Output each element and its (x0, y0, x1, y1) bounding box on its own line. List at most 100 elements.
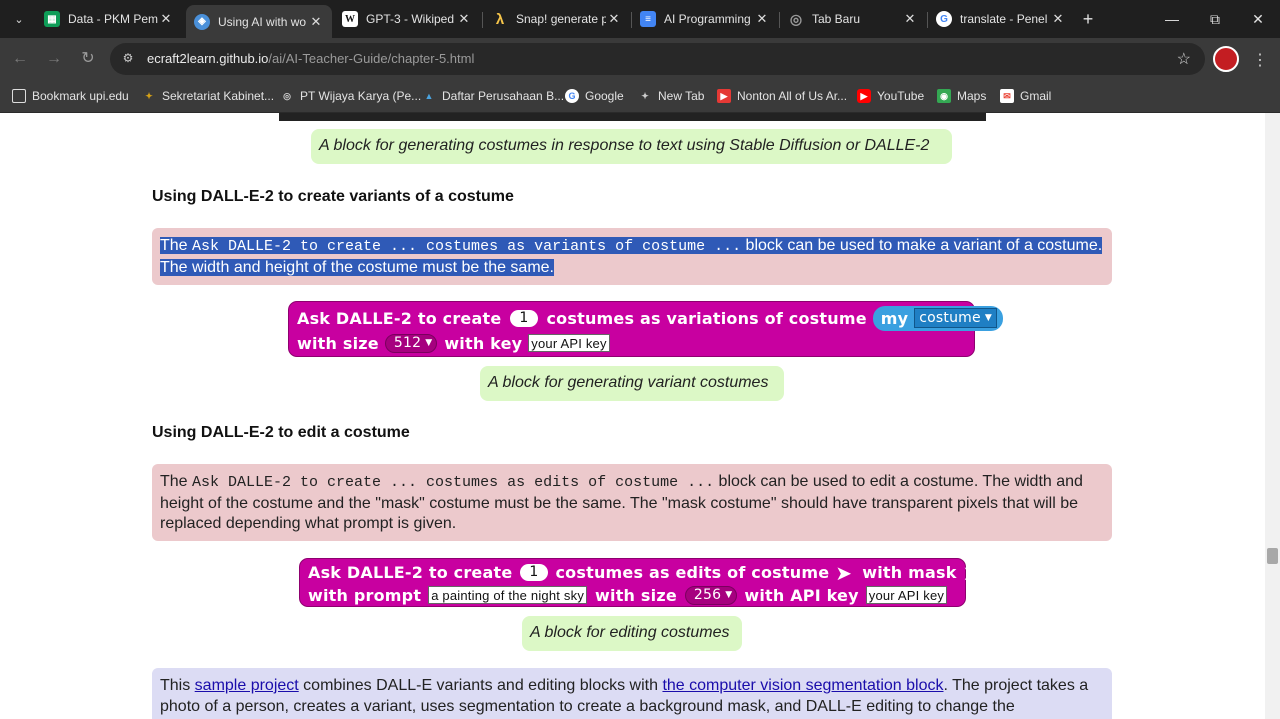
gmail-icon: ✉ (1000, 89, 1014, 103)
tab-2[interactable]: W GPT-3 - Wikiped ✕ (334, 5, 480, 33)
wikipedia-icon: W (342, 11, 358, 27)
maps-icon: ◉ (937, 89, 951, 103)
bookmark-item[interactable]: G Google (565, 87, 624, 105)
heading-edit: Using DALL-E-2 to edit a costume (152, 424, 410, 441)
site-settings-icon[interactable]: ⚙ (120, 51, 136, 67)
prompt-slot[interactable]: a painting of the night sky (428, 586, 588, 604)
bookmark-item[interactable]: ✉ Gmail (1000, 87, 1051, 105)
scrollbar-thumb[interactable] (1267, 548, 1278, 564)
close-icon[interactable]: ✕ (158, 11, 174, 27)
block-text: with key (444, 333, 523, 353)
close-icon[interactable]: ✕ (308, 14, 324, 30)
site-icon: ▲ (424, 91, 434, 101)
url-text[interactable]: ecraft2learn.github.io/ai/AI-Teacher-Gui… (147, 51, 474, 66)
url-path: /ai/AI-Teacher-Guide/chapter-5.html (268, 51, 475, 66)
chrome-icon: ◎ (789, 10, 803, 27)
bookmark-item[interactable]: ▲ Daftar Perusahaan B... (422, 87, 565, 105)
dropdown-value: 512 (393, 335, 422, 351)
sheets-icon: ▦ (44, 11, 60, 27)
snap-icon: λ (495, 10, 505, 28)
docs-icon: ≡ (640, 11, 656, 27)
tab-3[interactable]: λ Snap! generate p ✕ (484, 5, 630, 33)
minimize-icon[interactable]: — (1162, 9, 1182, 29)
bookmark-label: Sekretariat Kabinet... (162, 89, 275, 103)
address-bar[interactable]: ⚙ ecraft2learn.github.io/ai/AI-Teacher-G… (110, 43, 1205, 75)
api-key-slot[interactable]: your API key (865, 586, 948, 604)
segmentation-block-link[interactable]: the computer vision segmentation block (662, 677, 943, 694)
dalle-variant-block[interactable]: Ask DALLE-2 to create 1 costumes as vari… (288, 301, 1003, 357)
bookmark-item[interactable]: Bookmark upi.edu (12, 87, 129, 105)
bookmark-item[interactable]: ✦ Sekretariat Kabinet... (142, 87, 274, 105)
bookmarks-bar: Bookmark upi.edu ✦ Sekretariat Kabinet...… (0, 80, 1280, 113)
profile-avatar[interactable] (1213, 46, 1239, 72)
size-dropdown[interactable]: 512 ▼ (384, 333, 438, 353)
garuda-icon: ✦ (145, 90, 153, 101)
block-name-code: Ask DALLE-2 to create ... costumes as ed… (192, 474, 715, 491)
tab-6[interactable]: G translate - Penel ✕ (928, 5, 1074, 33)
caption-edit: A block for editing costumes (522, 616, 742, 651)
reload-icon[interactable]: ↻ (78, 49, 98, 69)
costume-dropdown[interactable]: costume ▼ (914, 308, 997, 328)
costume-arrow-slot-icon[interactable]: ➤ (835, 563, 852, 583)
bookmark-label: Bookmark upi.edu (32, 89, 129, 103)
tab-separator (482, 12, 483, 28)
tab-5[interactable]: ◎ Tab Baru ✕ (780, 5, 926, 33)
note-text: The (160, 237, 193, 254)
my-costume-reporter[interactable]: my costume ▼ (872, 305, 1003, 331)
bookmark-item[interactable]: ✦ New Tab (638, 87, 704, 105)
scrollbar-track[interactable] (1265, 113, 1280, 719)
tab-4[interactable]: ≡ AI Programming ✕ (632, 5, 778, 33)
tab-search-icon[interactable]: ⌄ (8, 8, 30, 30)
bookmark-item[interactable]: ▶ Nonton All of Us Ar... (717, 87, 847, 105)
close-window-icon[interactable]: ✕ (1248, 9, 1268, 29)
block-text: with size (297, 333, 379, 353)
block-text: costumes as variations of costume (546, 308, 867, 328)
dropdown-value: 256 (693, 587, 722, 603)
count-slot[interactable]: 1 (510, 309, 538, 327)
bookmark-item[interactable]: ◉ Maps (937, 87, 986, 105)
menu-icon[interactable]: ⋮ (1252, 50, 1268, 70)
variants-note: The Ask DALLE-2 to create ... costumes a… (152, 228, 1112, 285)
youtube-icon: ▶ (857, 89, 871, 103)
note-text: This (160, 677, 195, 694)
block-text: Ask DALLE-2 to create (297, 308, 502, 328)
bookmark-item[interactable]: ◎ PT Wijaya Karya (Pe... (280, 87, 421, 105)
dropdown-arrow-icon: ▼ (725, 590, 733, 600)
block-text: Ask DALLE-2 to create (308, 563, 513, 582)
tab-0[interactable]: ▦ Data - PKM Pem ✕ (36, 5, 182, 33)
back-icon[interactable]: ← (10, 49, 30, 69)
caption-generate: A block for generating costumes in respo… (311, 129, 952, 164)
forward-icon[interactable]: → (44, 49, 64, 69)
close-icon[interactable]: ✕ (456, 11, 472, 27)
newtab-icon: ✦ (641, 90, 649, 101)
api-key-slot[interactable]: your API key (528, 334, 610, 352)
restore-icon[interactable]: ⧉ (1205, 9, 1225, 29)
count-slot[interactable]: 1 (520, 564, 548, 581)
block-name-code: Ask DALLE-2 to create ... costumes as va… (192, 238, 742, 255)
close-icon[interactable]: ✕ (754, 11, 770, 27)
note-text: combines DALL-E variants and editing blo… (298, 677, 663, 694)
dropdown-arrow-icon: ▼ (984, 313, 992, 323)
browser-toolbar: ← → ↻ ⚙ ecraft2learn.github.io/ai/AI-Tea… (0, 38, 1280, 80)
close-icon[interactable]: ✕ (1050, 11, 1066, 27)
bookmark-label: Maps (957, 89, 987, 103)
my-label: my (880, 308, 909, 328)
close-icon[interactable]: ✕ (606, 11, 622, 27)
tab-1[interactable]: ◈ Using AI with wo ✕ (186, 5, 332, 38)
dalle-edit-block[interactable]: Ask DALLE-2 to create 1 costumes as edit… (299, 558, 979, 607)
mask-arrow-slot-icon[interactable]: ➤ (963, 563, 980, 583)
heading-variants: Using DALL-E-2 to create variants of a c… (152, 188, 514, 205)
sample-project-note: This sample project combines DALL-E vari… (152, 668, 1112, 719)
tab-title: Tab Baru (812, 12, 861, 26)
close-icon[interactable]: ✕ (902, 11, 918, 27)
bookmark-star-icon[interactable]: ☆ (1177, 49, 1191, 69)
tab-title: translate - Penel (960, 12, 1048, 26)
new-tab-icon[interactable]: + (1078, 9, 1098, 29)
sample-project-link[interactable]: sample project (195, 677, 299, 694)
caption-variant: A block for generating variant costumes (480, 366, 784, 401)
site-icon: ◈ (194, 13, 210, 30)
size-dropdown[interactable]: 256 ▼ (684, 585, 738, 605)
tab-title: Data - PKM Pem (68, 12, 158, 26)
google-icon: G (936, 11, 952, 27)
bookmark-item[interactable]: ▶ YouTube (857, 87, 924, 105)
